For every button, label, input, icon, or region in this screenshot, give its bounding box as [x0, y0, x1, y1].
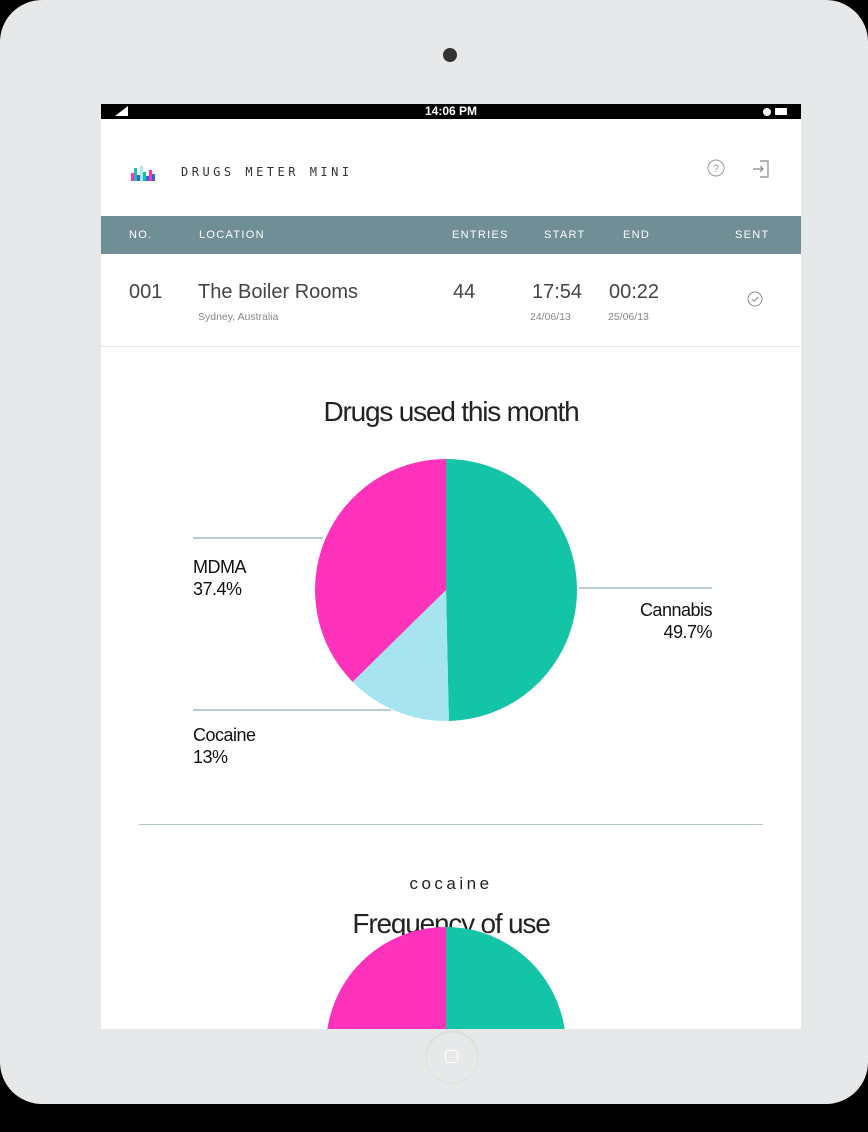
pie-slice-left — [327, 927, 446, 1029]
screen: 14:06 PM DRUGS METER MINI ? NO. LOCATION… — [101, 104, 801, 1029]
camera-icon — [443, 48, 457, 62]
frequency-pie-chart — [327, 927, 565, 1029]
home-button[interactable] — [425, 1030, 479, 1084]
tablet-frame: 14:06 PM DRUGS METER MINI ? NO. LOCATION… — [0, 0, 868, 1104]
pie-slice-right — [446, 927, 565, 1029]
